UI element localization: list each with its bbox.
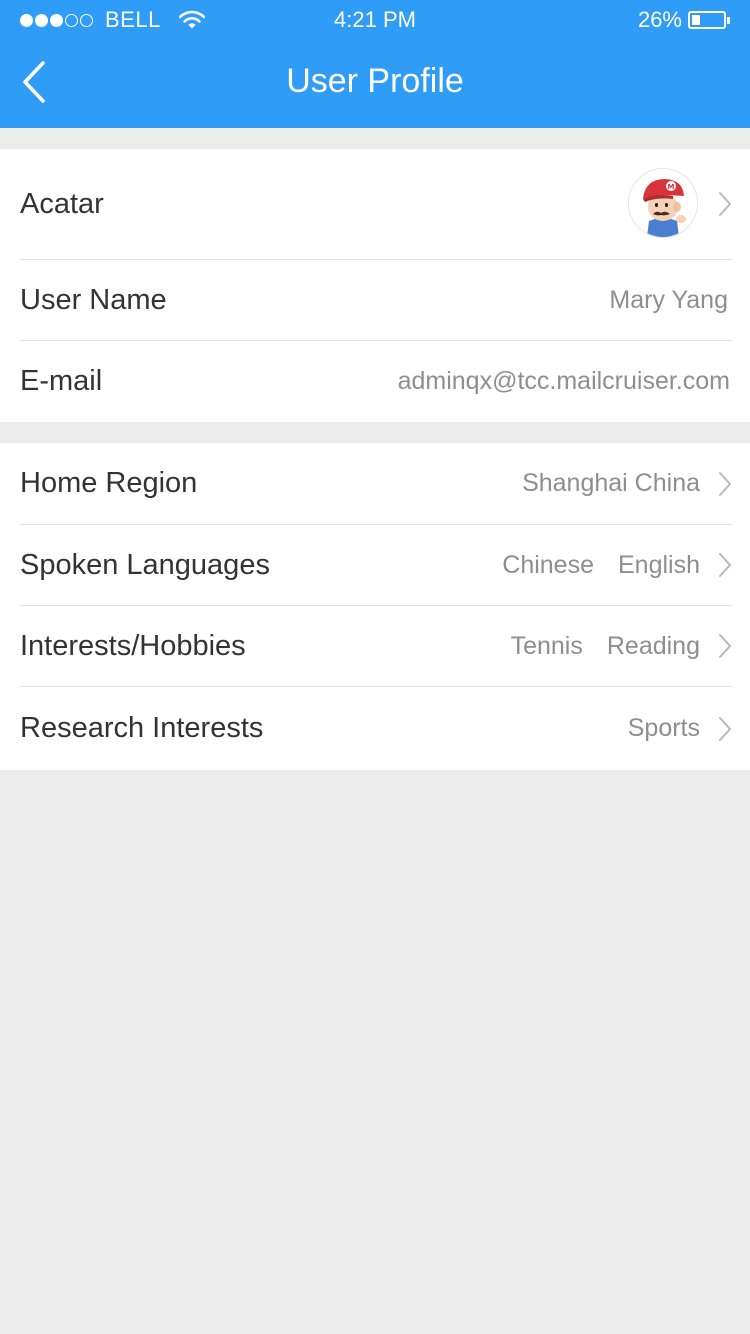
research-interests-value: Sports: [627, 714, 700, 742]
page-title: User Profile: [286, 62, 464, 100]
email-row: E-mail adminqx@tcc.mailcruiser.com: [0, 341, 750, 422]
interests-hobbies-row[interactable]: Interests/Hobbies Tennis Reading: [0, 606, 750, 686]
profile-basic-group: Acatar M User Name Mary Yang E-mail admi…: [0, 149, 750, 422]
chevron-right-icon: [719, 471, 731, 496]
profile-details-group: Home Region Shanghai China Spoken Langua…: [0, 443, 750, 770]
chevron-right-icon: [719, 192, 731, 216]
hobby-tag: Tennis: [510, 631, 583, 660]
avatar-row-label: Acatar: [20, 187, 104, 220]
language-tag: Chinese: [502, 550, 594, 579]
interests-hobbies-chevron: [718, 606, 732, 686]
user-profile-screen: BELL 4:21 PM 26% User Profile Acatar M U…: [0, 0, 750, 1334]
avatar-image: M: [629, 169, 697, 237]
battery-fill: [692, 15, 700, 25]
username-label: User Name: [20, 283, 167, 316]
username-row: User Name Mary Yang: [0, 260, 750, 340]
spoken-languages-value: Chinese English: [502, 525, 700, 605]
svg-text:M: M: [668, 183, 675, 191]
chevron-right-icon: [719, 553, 731, 577]
home-region-chevron: [718, 443, 732, 524]
research-interests-chevron: [718, 687, 732, 770]
spoken-languages-row[interactable]: Spoken Languages Chinese English: [0, 525, 750, 605]
email-value: adminqx@tcc.mailcruiser.com: [397, 367, 730, 395]
home-region-label: Home Region: [20, 467, 198, 499]
spoken-languages-chevron: [718, 525, 732, 605]
avatar-chevron: [718, 149, 732, 259]
home-region-row[interactable]: Home Region Shanghai China: [0, 443, 750, 524]
avatar[interactable]: M: [628, 168, 698, 238]
app-header: BELL 4:21 PM 26% User Profile: [0, 0, 750, 128]
chevron-right-icon: [719, 634, 731, 658]
status-bar: BELL 4:21 PM 26%: [0, 0, 750, 40]
username-value: Mary Yang: [609, 285, 728, 314]
email-label: E-mail: [20, 365, 103, 397]
battery-percent: 26%: [637, 7, 682, 32]
avatar-row[interactable]: Acatar M: [0, 149, 750, 259]
research-interests-label: Research Interests: [20, 712, 264, 744]
language-tag: English: [618, 550, 700, 579]
interests-hobbies-label: Interests/Hobbies: [20, 629, 246, 662]
chevron-right-icon: [719, 716, 731, 741]
navigation-bar: User Profile: [0, 40, 750, 128]
battery-icon: [688, 11, 726, 29]
battery-nub: [727, 16, 730, 24]
hobby-tag: Reading: [606, 631, 700, 660]
interests-hobbies-value: Tennis Reading: [511, 606, 700, 686]
status-right: 26%: [637, 7, 730, 32]
spoken-languages-label: Spoken Languages: [20, 548, 270, 581]
research-interests-row[interactable]: Research Interests Sports: [0, 687, 750, 770]
home-region-value: Shanghai China: [522, 469, 700, 497]
